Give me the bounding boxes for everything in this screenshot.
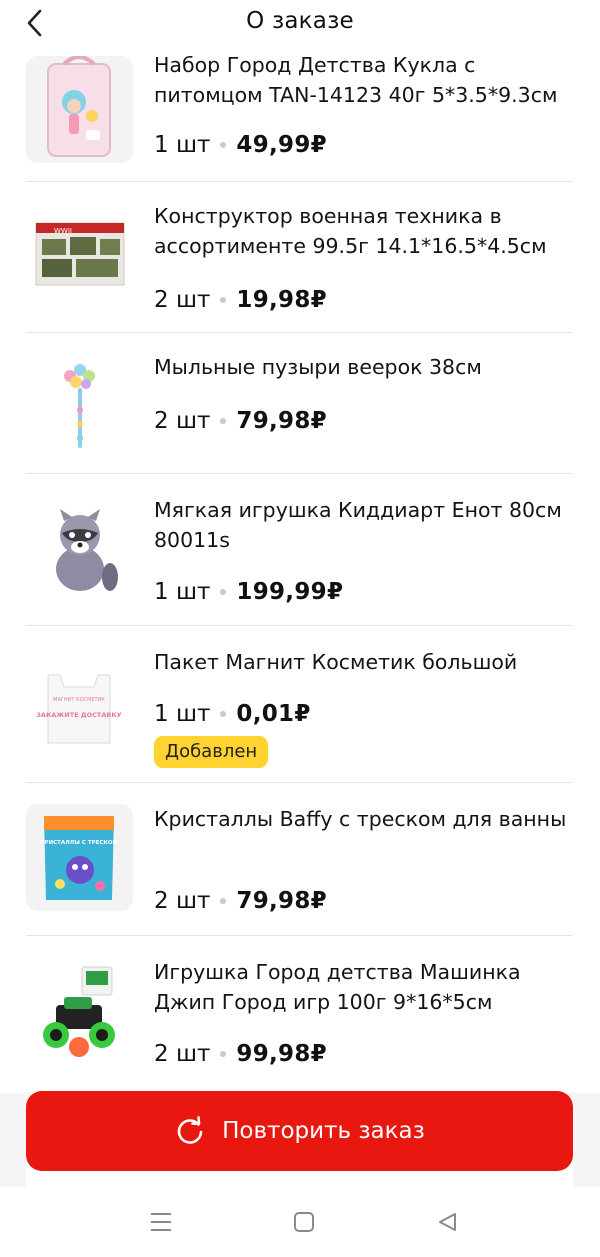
menu-icon: [151, 1213, 171, 1231]
separator-dot: [220, 589, 227, 595]
list-item[interactable]: Мыльные пузыри веерок 38см 2 шт 79,98₽: [26, 332, 573, 474]
added-badge: Добавлен: [154, 736, 269, 768]
product-qty: 2 шт: [154, 408, 211, 434]
product-price: 99,98₽: [236, 1041, 327, 1067]
product-thumbnail: WWII: [26, 201, 133, 308]
repeat-order-button[interactable]: Повторить заказ: [26, 1091, 573, 1171]
military-construction-set-image: WWII: [26, 201, 133, 308]
product-price: 49,99₽: [236, 132, 327, 158]
product-name: Кристаллы Baffy с треском для ванны: [154, 807, 567, 831]
product-thumbnail: [26, 495, 133, 602]
separator-dot: [220, 418, 227, 424]
product-qty-price: 2 шт 79,98₽: [154, 408, 327, 434]
product-price: 79,98₽: [236, 888, 327, 914]
system-back-button[interactable]: [432, 1207, 462, 1237]
list-item[interactable]: МАГНИТ КОСМЕТИК ЗАКАЖИТЕ ДОСТАВКУ Пакет …: [26, 625, 573, 783]
doll-set-image: [26, 56, 133, 163]
list-item[interactable]: Игрушка Город детства Машинка Джип Город…: [26, 935, 573, 1093]
product-price: 0,01₽: [236, 701, 311, 727]
product-name: Мыльные пузыри веерок 38см: [154, 355, 482, 379]
product-thumbnail: [26, 352, 133, 459]
list-item[interactable]: Мягкая игрушка Киддиарт Енот 80см 80011s…: [26, 473, 573, 626]
list-item[interactable]: КРИСТАЛЛЫ С ТРЕСКОМ Кристаллы Baffy с тр…: [26, 782, 573, 936]
product-qty-price: 1 шт 199,99₽: [154, 579, 343, 605]
product-qty-price: 2 шт 99,98₽: [154, 1041, 327, 1067]
product-qty-price: 2 шт 19,98₽: [154, 287, 327, 313]
home-button[interactable]: [289, 1207, 319, 1237]
system-nav-bar: [0, 1187, 600, 1257]
repeat-order-label: Повторить заказ: [222, 1118, 425, 1144]
bath-crystals-pack-image: КРИСТАЛЛЫ С ТРЕСКОМ: [26, 804, 133, 911]
product-name: Конструктор военная техника в ассортимен…: [154, 204, 547, 258]
product-qty-price: 1 шт 0,01₽: [154, 701, 311, 727]
soap-bubbles-wand-image: [26, 352, 133, 459]
product-name: Мягкая игрушка Киддиарт Енот 80см 80011s: [154, 498, 562, 552]
product-price: 79,98₽: [236, 408, 327, 434]
product-price: 199,99₽: [236, 579, 344, 605]
separator-dot: [220, 1051, 227, 1057]
product-qty-price: 2 шт 79,98₽: [154, 888, 327, 914]
shopping-bag-image: МАГНИТ КОСМЕТИК ЗАКАЖИТЕ ДОСТАВКУ: [26, 645, 133, 752]
product-qty: 2 шт: [154, 287, 211, 313]
product-qty: 2 шт: [154, 888, 211, 914]
product-thumbnail: [26, 957, 133, 1064]
separator-dot: [220, 142, 227, 148]
home-square-icon: [294, 1212, 314, 1232]
list-item[interactable]: Набор Город Детства Кукла с питомцом TAN…: [26, 40, 573, 182]
list-item[interactable]: WWII Конструктор военная техника в ассор…: [26, 181, 573, 333]
recent-apps-button[interactable]: [146, 1207, 176, 1237]
product-thumbnail: [26, 56, 133, 163]
pack-print: КРИСТАЛЛЫ С ТРЕСКОМ: [40, 840, 118, 846]
separator-dot: [220, 898, 227, 904]
product-qty: 2 шт: [154, 1041, 211, 1067]
separator-dot: [220, 711, 227, 717]
bag-print-main: ЗАКАЖИТЕ ДОСТАВКУ: [36, 711, 121, 719]
raccoon-plush-image: [26, 495, 133, 602]
back-triangle-icon: [439, 1213, 456, 1231]
page-title: О заказе: [246, 8, 354, 34]
top-app-bar: О заказе: [0, 0, 600, 46]
refresh-icon: [174, 1115, 206, 1147]
product-name: Игрушка Город детства Машинка Джип Город…: [154, 960, 521, 1014]
separator-dot: [220, 297, 227, 303]
product-name: Пакет Магнит Косметик большой: [154, 650, 518, 674]
product-thumbnail: МАГНИТ КОСМЕТИК ЗАКАЖИТЕ ДОСТАВКУ: [26, 645, 133, 752]
product-qty: 1 шт: [154, 701, 211, 727]
product-qty: 1 шт: [154, 132, 211, 158]
toy-jeep-image: [26, 957, 133, 1064]
bag-print-top: МАГНИТ КОСМЕТИК: [53, 697, 105, 703]
product-price: 19,98₽: [236, 287, 327, 313]
svg-text:WWII: WWII: [54, 227, 72, 235]
product-thumbnail: КРИСТАЛЛЫ С ТРЕСКОМ: [26, 804, 133, 911]
product-qty-price: 1 шт 49,99₽: [154, 132, 327, 158]
product-name: Набор Город Детства Кукла с питомцом TAN…: [154, 53, 558, 107]
product-qty: 1 шт: [154, 579, 211, 605]
